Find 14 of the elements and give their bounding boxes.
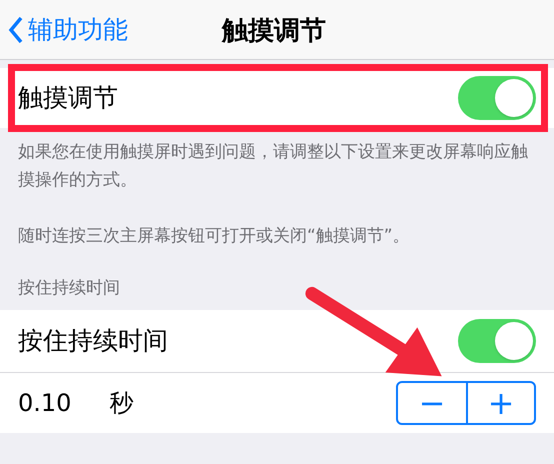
back-chevron-icon bbox=[8, 16, 24, 44]
nav-title: 触摸调节 bbox=[222, 15, 326, 48]
setting-label: 按住持续时间 bbox=[18, 324, 168, 357]
toggle-switch[interactable] bbox=[458, 76, 536, 120]
duration-unit: 秒 bbox=[109, 388, 134, 418]
footer-text: 随时连按三次主屏幕按钮可打开或关闭“触摸调节”。 bbox=[18, 225, 411, 248]
duration-value: 0.10 bbox=[18, 388, 72, 418]
footer-text: 如果您在使用触摸屏时遇到问题，请调整以下设置来更改屏幕响应触摸操作的方式。 bbox=[18, 141, 529, 192]
section-header: 按住持续时间 bbox=[17, 277, 121, 300]
stepper-button[interactable]: + bbox=[466, 382, 534, 422]
setting-label: 触摸调节 bbox=[18, 82, 118, 114]
back-button[interactable]: 辅助功能 bbox=[0, 10, 128, 48]
stepper-button[interactable]: − bbox=[398, 382, 466, 422]
toggle-switch[interactable] bbox=[458, 318, 536, 362]
